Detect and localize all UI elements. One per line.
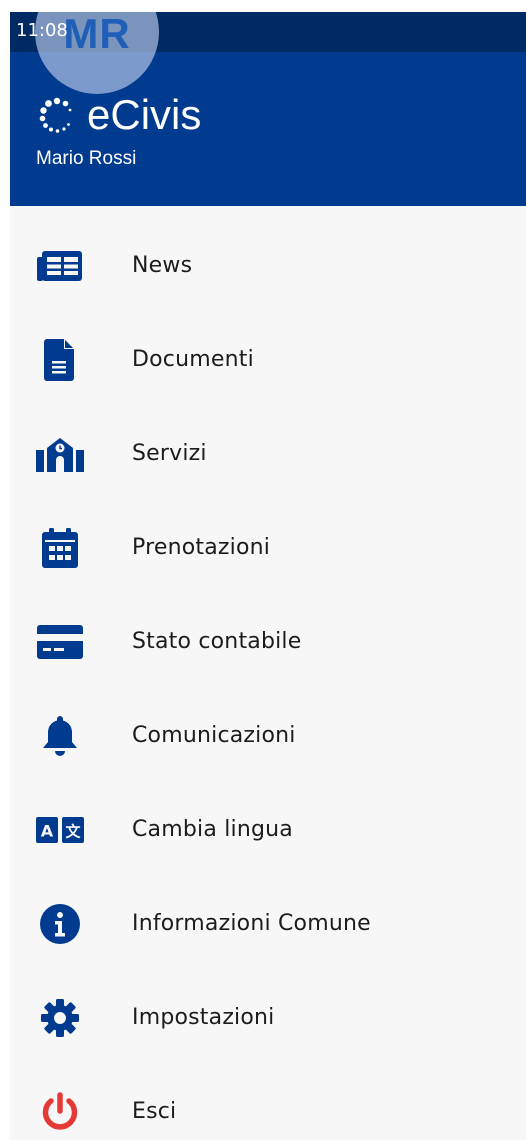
navigation-drawer: 11:08 MR eCivis Mario Rossi News Documen… [10,12,526,1140]
menu-item-label: Servizi [132,441,207,466]
menu-item-label: News [132,253,193,278]
menu-item-label: Documenti [132,347,254,372]
status-time: 11:08 [16,20,68,41]
user-name: Mario Rossi [36,148,137,169]
ecivis-logo-icon [39,97,72,133]
menu-item-label: Informazioni Comune [132,911,371,936]
menu-item-label: Esci [132,1099,177,1124]
translate-icon: A 文 [34,804,86,856]
brand-name: eCivis [87,91,202,138]
menu-item-comunicazioni[interactable]: Comunicazioni [10,690,526,782]
school-building-icon [34,428,86,480]
svg-text:文: 文 [65,823,81,841]
menu-item-prenotazioni[interactable]: Prenotazioni [10,502,526,594]
menu-item-label: Stato contabile [132,629,302,654]
menu-item-label: Cambia lingua [132,817,293,842]
menu-item-informazioni-comune[interactable]: Informazioni Comune [10,878,526,970]
menu-item-stato-contabile[interactable]: Stato contabile [10,596,526,688]
bell-icon [34,710,86,762]
gear-icon [34,992,86,1044]
menu-item-label: Prenotazioni [132,535,271,560]
power-icon [34,1086,86,1138]
newspaper-icon [34,240,86,292]
svg-text:A: A [41,822,54,841]
menu-item-impostazioni[interactable]: Impostazioni [10,972,526,1064]
calendar-icon [34,522,86,574]
menu-item-cambia-lingua[interactable]: A 文 Cambia lingua [10,784,526,876]
document-icon [34,334,86,386]
brand: eCivis [37,90,201,140]
menu-item-news[interactable]: News [10,220,526,312]
drawer-header: 11:08 MR eCivis Mario Rossi [10,12,526,206]
credit-card-icon [34,616,86,668]
menu-item-documenti[interactable]: Documenti [10,314,526,406]
info-icon [34,898,86,950]
menu-item-label: Impostazioni [132,1005,275,1030]
menu-item-servizi[interactable]: Servizi [10,408,526,500]
menu-item-label: Comunicazioni [132,723,296,748]
menu-item-esci[interactable]: Esci [10,1066,526,1140]
